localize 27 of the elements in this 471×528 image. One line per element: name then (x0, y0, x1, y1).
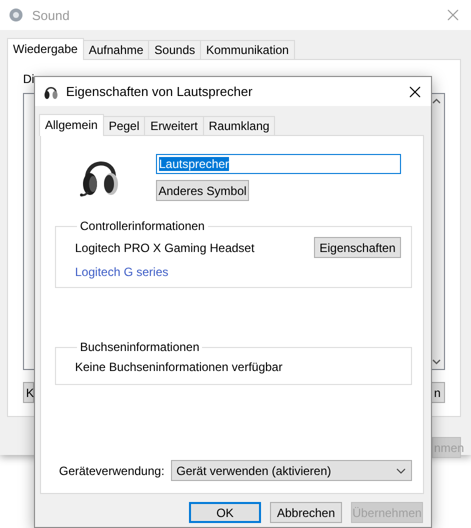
vendor-link[interactable]: Logitech G series (75, 265, 168, 279)
scroll-up-icon[interactable] (432, 98, 440, 104)
tab[interactable]: Kommunikation (200, 40, 295, 59)
tab[interactable]: Pegel (102, 116, 146, 135)
close-icon[interactable] (409, 86, 421, 98)
tab[interactable]: Allgemein (39, 114, 104, 136)
headset-icon (80, 162, 118, 196)
group-title: Controllerinformationen (79, 219, 206, 233)
change-icon-button[interactable]: Anderes Symbol (156, 180, 249, 201)
chevron-down-icon (396, 468, 406, 474)
configure-button[interactable]: K (23, 382, 34, 403)
cancel-button[interactable]: Abbrechen (270, 502, 342, 523)
scroll-down-icon[interactable] (432, 359, 440, 365)
tab[interactable]: Raumklang (202, 116, 276, 135)
intro-text: Di (23, 72, 36, 86)
ok-button[interactable]: OK (189, 502, 261, 523)
properties-button[interactable]: Eigenschaften (314, 237, 401, 258)
device-name: Logitech PRO X Gaming Headset (75, 240, 254, 254)
group-title: Buchseninformationen (79, 340, 200, 354)
usage-dropdown[interactable]: Gerät verwenden (aktivieren) (171, 460, 412, 481)
dialog-title: Eigenschaften von Lautsprecher (66, 84, 252, 99)
window-title: Sound (32, 8, 70, 22)
jack-info-text: Keine Buchseninformationen verfügbar (75, 360, 282, 374)
usage-label: Geräteverwendung: (59, 464, 164, 478)
tab[interactable]: Wiedergabe (7, 38, 84, 60)
properties-button[interactable]: n (431, 382, 445, 403)
name-field[interactable]: Lautsprecher (156, 154, 401, 174)
